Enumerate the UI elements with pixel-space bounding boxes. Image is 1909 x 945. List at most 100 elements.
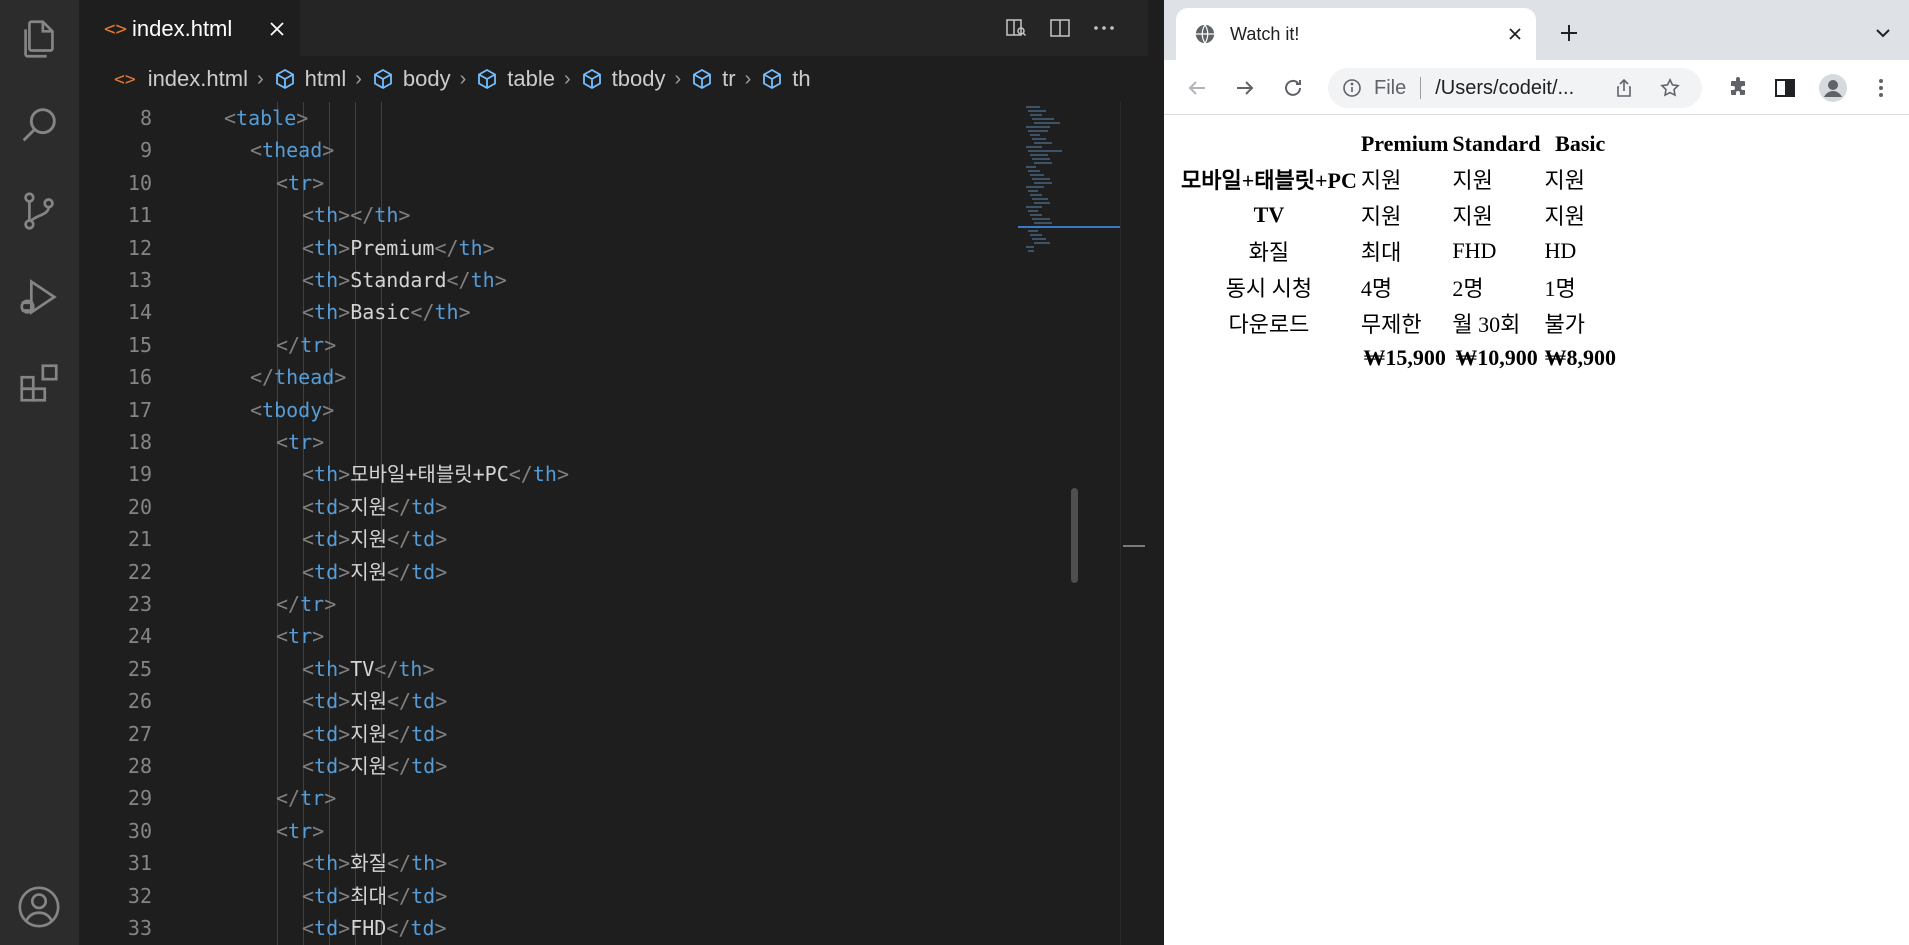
activity-bar (0, 0, 80, 945)
code-line[interactable]: 31 <th>화질</th> (80, 847, 1018, 879)
code-line[interactable]: 26 <td>지원</td> (80, 685, 1018, 717)
code-line[interactable]: 24 <tr> (80, 620, 1018, 652)
line-number: 16 (127, 365, 152, 390)
table-row: 동시 시청 4명 2명 1명 (1180, 270, 1617, 304)
close-icon[interactable] (263, 15, 291, 43)
line-number: 18 (127, 430, 152, 454)
column-header: Basic (1555, 131, 1606, 156)
browser-toolbar: File /Users/codeit/... (1164, 60, 1909, 115)
code-area[interactable]: 8 <table> 9 <thead> 10 <tr> 11 <th></th> 12 <th>P… (80, 102, 1018, 945)
minimap[interactable] (1018, 102, 1120, 945)
tab-index-html[interactable]: <> index.html (80, 0, 300, 56)
code-line[interactable]: 33 <td>FHD</td> (80, 912, 1018, 944)
minimap-line (1030, 234, 1042, 236)
code-line[interactable]: 28 <td>지원</td> (80, 750, 1018, 782)
code-line[interactable]: 23 </tr> (80, 588, 1018, 620)
code-line[interactable]: 11 <th></th> (80, 199, 1018, 231)
code-text: <td>지원</td> (302, 527, 448, 552)
forward-arrow-icon[interactable] (1230, 73, 1260, 103)
omnibox-separator (1420, 77, 1422, 99)
back-arrow-icon[interactable] (1182, 73, 1212, 103)
share-icon[interactable] (1610, 74, 1638, 102)
browser-tab[interactable]: Watch it! (1176, 8, 1536, 60)
chevron-down-icon[interactable] (1870, 20, 1896, 46)
table-cell: 지원 (1360, 204, 1402, 229)
chevron-right-icon: › (256, 67, 264, 90)
breadcrumb-item[interactable]: html (273, 66, 346, 92)
breadcrumb-item[interactable]: body (371, 66, 451, 92)
code-line[interactable]: 9 <thead> (80, 134, 1018, 166)
url-scheme-label: File (1374, 76, 1407, 99)
address-bar[interactable]: File /Users/codeit/... (1328, 68, 1702, 108)
code-line[interactable]: 20 <td>지원</td> (80, 491, 1018, 523)
symbol-element-icon (763, 68, 782, 90)
explorer-files-icon[interactable] (14, 14, 64, 64)
code-line[interactable]: 8 <table> (80, 102, 1018, 134)
bookmark-star-icon[interactable] (1656, 74, 1684, 102)
code-text: <td>지원</td> (302, 559, 448, 584)
code-line[interactable]: 30 <tr> (80, 815, 1018, 847)
extensions-icon[interactable] (14, 358, 64, 408)
more-actions-icon[interactable] (1090, 14, 1118, 42)
code-line[interactable]: 21 <td>지원</td> (80, 523, 1018, 555)
table-row: 화질 최대 FHD HD (1180, 234, 1617, 268)
code-line[interactable]: 14 <th>Basic</th> (80, 296, 1018, 328)
url-text[interactable]: /Users/codeit/... (1435, 77, 1585, 100)
breadcrumb-item[interactable]: th (760, 66, 811, 92)
line-number: 30 (127, 818, 152, 843)
close-tab-icon[interactable] (1502, 21, 1528, 47)
account-icon[interactable] (14, 882, 64, 932)
chevron-right-icon: › (355, 67, 362, 90)
line-number: 20 (127, 494, 152, 519)
kebab-menu-icon[interactable] (1866, 73, 1896, 103)
open-preview-icon[interactable] (1002, 14, 1030, 42)
split-editor-icon[interactable] (1046, 14, 1074, 42)
line-number: 17 (127, 397, 152, 422)
chevron-right-icon: › (674, 67, 682, 90)
breadcrumb-item[interactable]: <> index.html (114, 66, 248, 92)
code-line[interactable]: 18 <tr> (80, 426, 1018, 458)
vertical-scrollbar[interactable] (1120, 102, 1148, 945)
breadcrumb-item[interactable]: tr (690, 66, 736, 92)
info-icon[interactable] (1342, 78, 1362, 98)
scrollbar-cursor-marker (1123, 545, 1145, 547)
profile-avatar-icon[interactable] (1818, 73, 1848, 103)
breadcrumb-item[interactable]: table (475, 66, 555, 92)
code-line[interactable]: 12 <th>Premium</th> (80, 232, 1018, 264)
code-line[interactable]: 17 <tbody> (80, 394, 1018, 426)
line-number: 33 (127, 916, 152, 940)
reload-icon[interactable] (1278, 73, 1308, 103)
minimap-line (1026, 186, 1044, 188)
line-number: 31 (127, 851, 152, 876)
code-line[interactable]: 25 <th>TV</th> (80, 653, 1018, 685)
code-text: <th></th> (302, 203, 411, 228)
new-tab-icon[interactable] (1554, 18, 1584, 48)
minimap-line (1032, 178, 1050, 180)
code-line[interactable]: 32 <td>최대</td> (80, 880, 1018, 912)
code-line[interactable]: 16 </thead> (80, 361, 1018, 393)
window-divider (1148, 0, 1164, 945)
table-cell: HD (1544, 238, 1577, 263)
code-line[interactable]: 13 <th>Standard</th> (80, 264, 1018, 296)
line-number: 14 (127, 300, 152, 325)
side-panel-icon[interactable] (1770, 73, 1800, 103)
source-control-icon[interactable] (14, 186, 64, 236)
code-line[interactable]: 15 </tr> (80, 329, 1018, 361)
minimap-line (1032, 118, 1054, 120)
scrollbar-thumb[interactable] (1071, 488, 1078, 583)
code-line[interactable]: 10 <tr> (80, 167, 1018, 199)
table-foot: ₩15,900 ₩10,900 ₩8,900 (1180, 342, 1617, 374)
code-text: <table> (224, 106, 309, 130)
search-icon[interactable] (14, 100, 64, 150)
code-line[interactable]: 19 <th>모바일+태블릿+PC</th> (80, 458, 1018, 490)
line-number: 12 (127, 235, 152, 260)
code-line[interactable]: 27 <td>지원</td> (80, 718, 1018, 750)
breadcrumb-item[interactable]: tbody (580, 66, 665, 92)
code-line[interactable]: 29 </tr> (80, 782, 1018, 814)
code-line[interactable]: 22 <td>지원</td> (80, 556, 1018, 588)
extensions-puzzle-icon[interactable] (1723, 73, 1753, 103)
minimap-line (1026, 206, 1042, 208)
row-header: 화질 (1248, 240, 1290, 265)
run-and-debug-icon[interactable] (14, 272, 64, 322)
code-text: <th>TV</th> (302, 656, 435, 681)
